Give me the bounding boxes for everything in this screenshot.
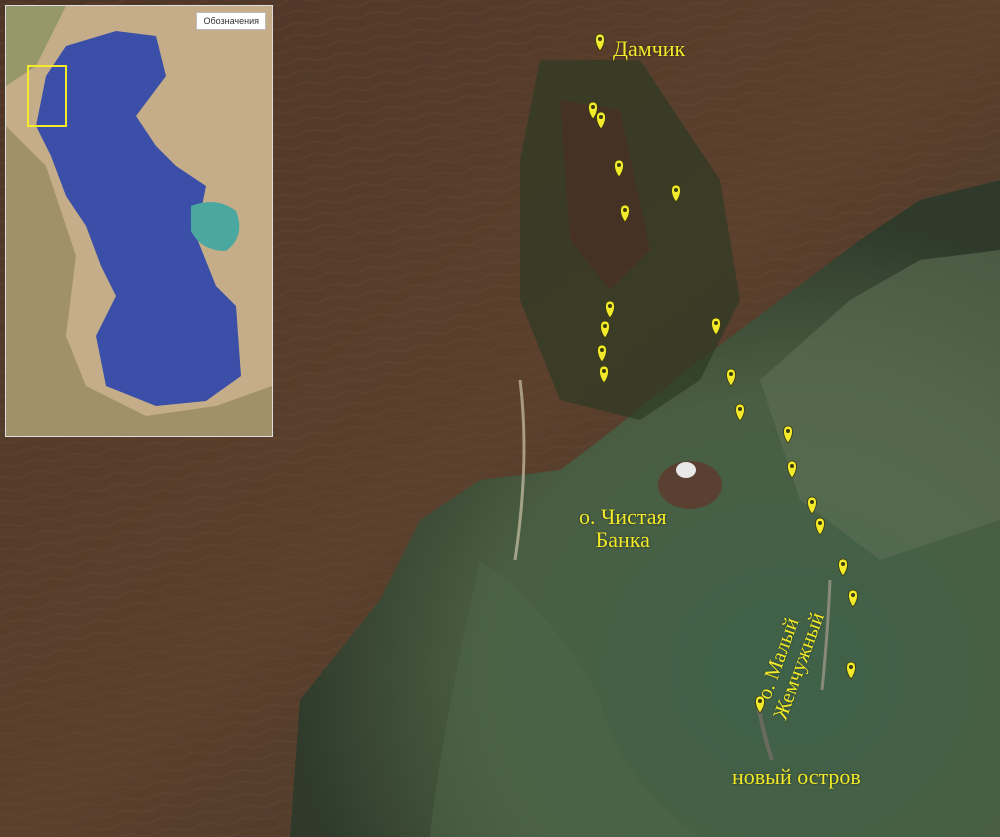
label-chistaya-line1: о. Чистая [579,504,667,529]
label-new-island: новый остров [732,764,861,789]
label-chistaya-bank: о. Чистая Банка [579,505,667,551]
inset-map-image [6,6,272,436]
label-damchik: Дамчик [613,36,686,61]
inset-map-caspian[interactable]: Обозначения [5,5,273,437]
label-chistaya-line2: Банка [595,527,650,553]
legend-button[interactable]: Обозначения [196,12,266,30]
